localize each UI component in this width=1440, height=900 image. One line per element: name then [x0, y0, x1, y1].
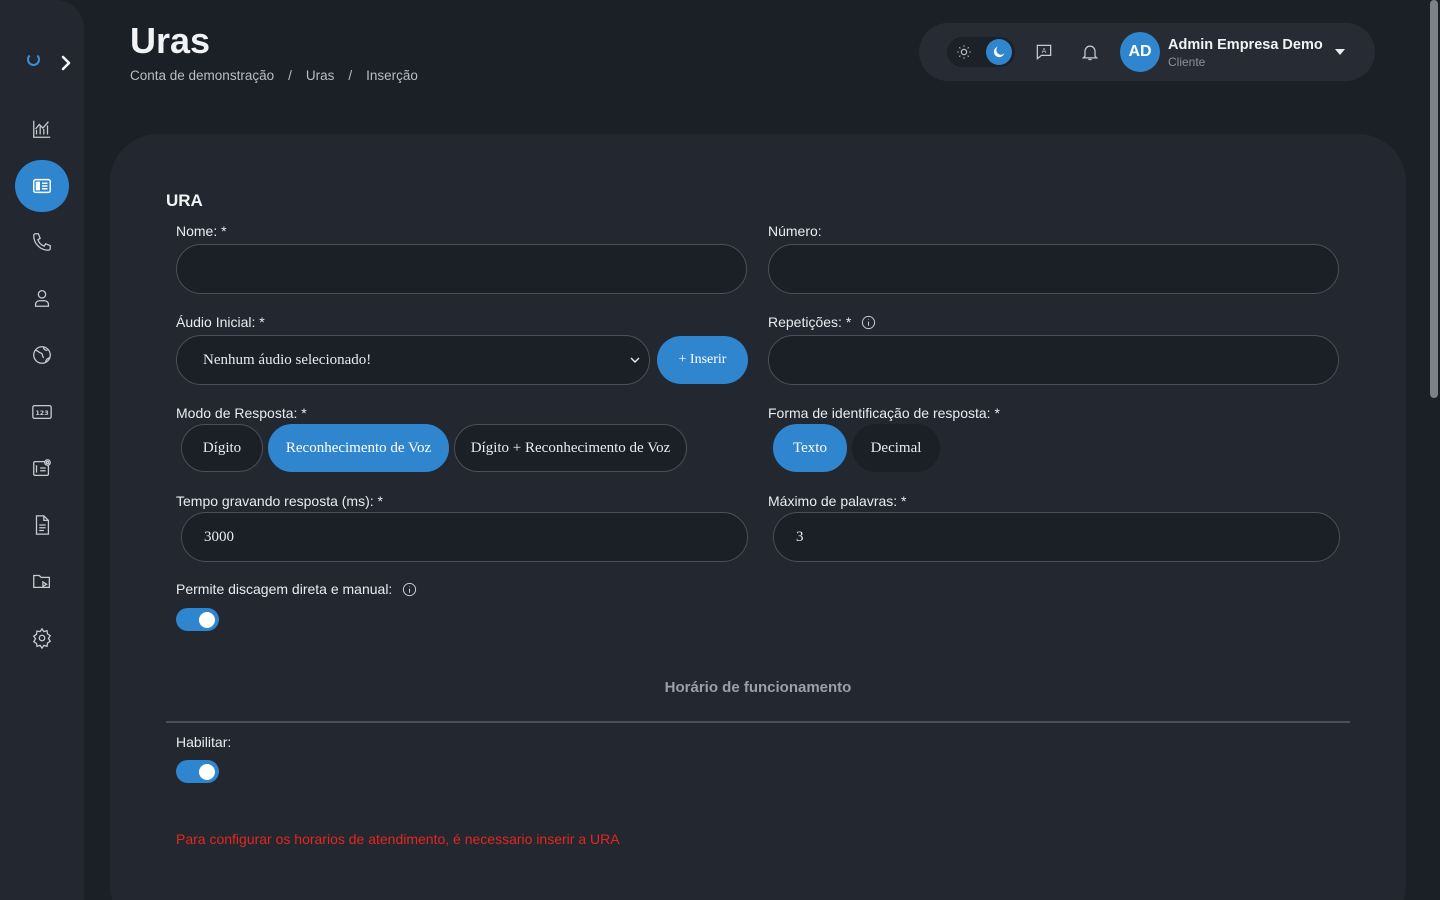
- chevron-down-icon: [630, 357, 640, 363]
- breadcrumb-separator: /: [348, 68, 353, 83]
- tempo-gravando-label: Tempo gravando resposta (ms): *: [176, 493, 383, 509]
- sidebar-item-numbers[interactable]: 123: [15, 386, 69, 438]
- forma-identificacao-option-texto[interactable]: Texto: [773, 424, 847, 472]
- avatar[interactable]: AD: [1120, 32, 1160, 72]
- discagem-direta-toggle[interactable]: [176, 608, 219, 631]
- chat-icon[interactable]: A: [1033, 41, 1055, 63]
- discagem-direta-label-text: Permite discagem direta e manual:: [176, 581, 393, 597]
- modo-resposta-option-voz[interactable]: Reconhecimento de Voz: [268, 424, 449, 472]
- breadcrumb-item-uras[interactable]: Uras: [306, 68, 335, 83]
- sidebar-item-users[interactable]: [15, 272, 69, 324]
- breadcrumb-item-account[interactable]: Conta de demonstração: [130, 68, 274, 83]
- sidebar-item-media[interactable]: [15, 555, 69, 607]
- breadcrumb: Conta de demonstração / Uras / Inserção: [130, 68, 418, 83]
- contact-card-icon: [33, 459, 51, 476]
- sidebar: 123: [0, 0, 84, 900]
- modo-resposta-option-digito[interactable]: Dígito: [181, 424, 263, 472]
- ura-form-card: URA Nome: * Número: Áudio Inicial: * Nen…: [110, 134, 1406, 900]
- phone-icon: [33, 233, 51, 251]
- sun-icon[interactable]: [953, 41, 975, 63]
- modo-resposta-label: Modo de Resposta: *: [176, 405, 307, 421]
- sidebar-item-reports[interactable]: [15, 499, 69, 551]
- sidebar-item-contacts[interactable]: [15, 442, 69, 494]
- settings-icon: [32, 627, 52, 649]
- ura-icon: [33, 178, 51, 194]
- media-folder-icon: [33, 574, 50, 589]
- sidebar-item-dashboard[interactable]: [15, 103, 69, 155]
- chart-icon: [33, 120, 51, 138]
- audio-inicial-selected: Nenhum áudio selecionado!: [203, 351, 372, 368]
- tempo-gravando-input[interactable]: [181, 512, 748, 562]
- forma-identificacao-label: Forma de identificação de resposta: *: [768, 405, 1000, 421]
- section-title: URA: [166, 191, 203, 210]
- bell-icon[interactable]: [1079, 41, 1101, 63]
- sidebar-item-settings[interactable]: [15, 612, 69, 664]
- theme-toggle[interactable]: [947, 37, 1015, 67]
- info-icon[interactable]: [861, 315, 876, 330]
- user-name[interactable]: Admin Empresa Demo: [1168, 37, 1323, 53]
- breadcrumb-item-insert: Inserção: [366, 68, 418, 83]
- toggle-knob: [199, 611, 215, 628]
- sidebar-item-network[interactable]: [15, 329, 69, 381]
- svg-text:123: 123: [35, 409, 48, 417]
- habilitar-toggle[interactable]: [176, 760, 219, 783]
- info-icon[interactable]: [402, 582, 417, 597]
- chevron-right-icon[interactable]: [58, 55, 74, 71]
- svg-text:A: A: [1042, 47, 1047, 55]
- breadcrumb-separator: /: [288, 68, 292, 83]
- audio-inicial-label: Áudio Inicial: *: [176, 314, 265, 330]
- discagem-direta-label: Permite discagem direta e manual:: [176, 581, 417, 597]
- loading-spinner-icon: [27, 53, 40, 66]
- maximo-palavras-input[interactable]: [773, 512, 1340, 562]
- sidebar-item-uras[interactable]: [15, 160, 69, 212]
- caret-down-icon[interactable]: [1335, 49, 1345, 55]
- globe-icon: [33, 346, 51, 364]
- horario-warning: Para configurar os horarios de atendimen…: [176, 831, 620, 847]
- page-scrollbar[interactable]: [1428, 0, 1440, 900]
- repeticoes-label: Repetições: *: [768, 314, 876, 330]
- numero-input[interactable]: [768, 244, 1339, 294]
- divider: [166, 721, 1350, 723]
- header-toolbar: A AD Admin Empresa Demo Cliente: [919, 23, 1375, 81]
- numero-label: Número:: [768, 223, 822, 239]
- nome-input[interactable]: [176, 244, 747, 294]
- repeticoes-label-text: Repetições: *: [768, 314, 852, 330]
- modo-resposta-option-digito-voz[interactable]: Dígito + Reconhecimento de Voz: [454, 424, 687, 472]
- document-icon: [35, 515, 50, 535]
- forma-identificacao-option-decimal[interactable]: Decimal: [852, 424, 940, 472]
- audio-inicial-select[interactable]: Nenhum áudio selecionado!: [176, 335, 650, 385]
- numbers-icon: 123: [32, 404, 52, 420]
- horario-section-title: Horário de funcionamento: [664, 679, 852, 696]
- repeticoes-input[interactable]: [768, 335, 1339, 385]
- scrollbar-thumb[interactable]: [1430, 0, 1438, 398]
- page-title: Uras: [130, 20, 211, 61]
- user-role: Cliente: [1168, 55, 1206, 69]
- user-icon: [34, 290, 50, 307]
- habilitar-label: Habilitar:: [176, 734, 232, 750]
- toggle-knob: [199, 763, 215, 780]
- nome-label: Nome: *: [176, 223, 227, 239]
- maximo-palavras-label: Máximo de palavras: *: [768, 493, 907, 509]
- moon-icon[interactable]: [986, 39, 1012, 65]
- sidebar-item-calls[interactable]: [15, 216, 69, 268]
- insert-audio-button[interactable]: + Inserir: [657, 336, 748, 384]
